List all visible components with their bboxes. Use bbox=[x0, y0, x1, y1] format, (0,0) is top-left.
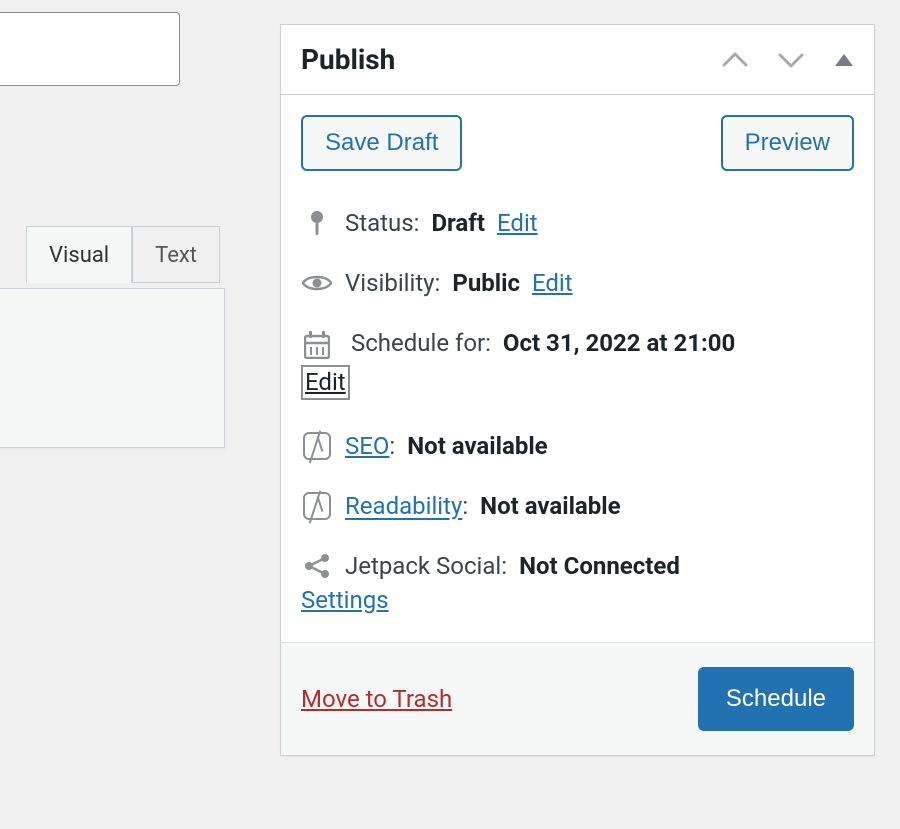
readability-sep: : bbox=[462, 492, 468, 520]
panel-move-down-icon[interactable] bbox=[778, 51, 804, 69]
status-label: Status: bbox=[345, 209, 419, 237]
seo-link[interactable]: SEO bbox=[345, 432, 389, 460]
readability-link[interactable]: Readability bbox=[345, 492, 462, 520]
editor-body[interactable] bbox=[0, 288, 225, 448]
yoast-icon bbox=[301, 432, 333, 460]
publish-title: Publish bbox=[301, 43, 395, 76]
publish-body: Save Draft Preview Status: Draft Edit Vi… bbox=[281, 95, 874, 642]
tab-visual[interactable]: Visual bbox=[26, 226, 132, 283]
jetpack-label: Jetpack Social: bbox=[345, 552, 507, 580]
schedule-row: Schedule for: Oct 31, 2022 at 21:00 Edit bbox=[301, 313, 854, 416]
editor-tabs: Visual Text bbox=[26, 225, 226, 282]
panel-toggle-icon[interactable] bbox=[834, 52, 854, 68]
publish-button-row: Save Draft Preview bbox=[301, 115, 854, 171]
jetpack-value: Not Connected bbox=[519, 552, 680, 580]
preview-button[interactable]: Preview bbox=[721, 115, 854, 171]
publish-header: Publish bbox=[281, 25, 874, 95]
panel-controls bbox=[722, 51, 854, 69]
publish-footer: Move to Trash Schedule bbox=[281, 642, 874, 755]
visibility-value: Public bbox=[452, 269, 520, 297]
visibility-edit-link[interactable]: Edit bbox=[532, 269, 573, 297]
panel-move-up-icon[interactable] bbox=[722, 51, 748, 69]
jetpack-settings-link[interactable]: Settings bbox=[301, 586, 389, 614]
status-edit-link[interactable]: Edit bbox=[497, 209, 538, 237]
visibility-label: Visibility: bbox=[345, 269, 440, 297]
share-icon bbox=[301, 552, 333, 580]
publish-metabox: Publish Save Draft Preview bbox=[280, 24, 875, 756]
status-value: Draft bbox=[431, 209, 485, 237]
save-draft-button[interactable]: Save Draft bbox=[301, 115, 462, 171]
eye-icon bbox=[301, 269, 333, 297]
seo-sep: : bbox=[389, 432, 395, 460]
schedule-value: Oct 31, 2022 at 21:00 bbox=[503, 329, 735, 357]
calendar-icon bbox=[301, 331, 333, 359]
post-title-input[interactable] bbox=[0, 12, 180, 86]
tab-text[interactable]: Text bbox=[132, 226, 220, 283]
seo-value: Not available bbox=[407, 432, 547, 460]
pin-icon bbox=[301, 209, 333, 237]
readability-value: Not available bbox=[480, 492, 620, 520]
schedule-label: Schedule for: bbox=[351, 329, 491, 357]
status-row: Status: Draft Edit bbox=[301, 193, 854, 253]
workspace: Visual Text Publish Save Draft Previ bbox=[0, 0, 900, 829]
visibility-row: Visibility: Public Edit bbox=[301, 253, 854, 313]
schedule-button[interactable]: Schedule bbox=[698, 667, 854, 731]
schedule-edit-link[interactable]: Edit bbox=[301, 365, 350, 400]
seo-row: SEO: Not available bbox=[301, 416, 854, 476]
readability-row: Readability: Not available bbox=[301, 476, 854, 536]
move-to-trash-link[interactable]: Move to Trash bbox=[301, 685, 452, 713]
jetpack-row: Jetpack Social: Not Connected Settings bbox=[301, 536, 854, 630]
yoast-icon bbox=[301, 492, 333, 520]
